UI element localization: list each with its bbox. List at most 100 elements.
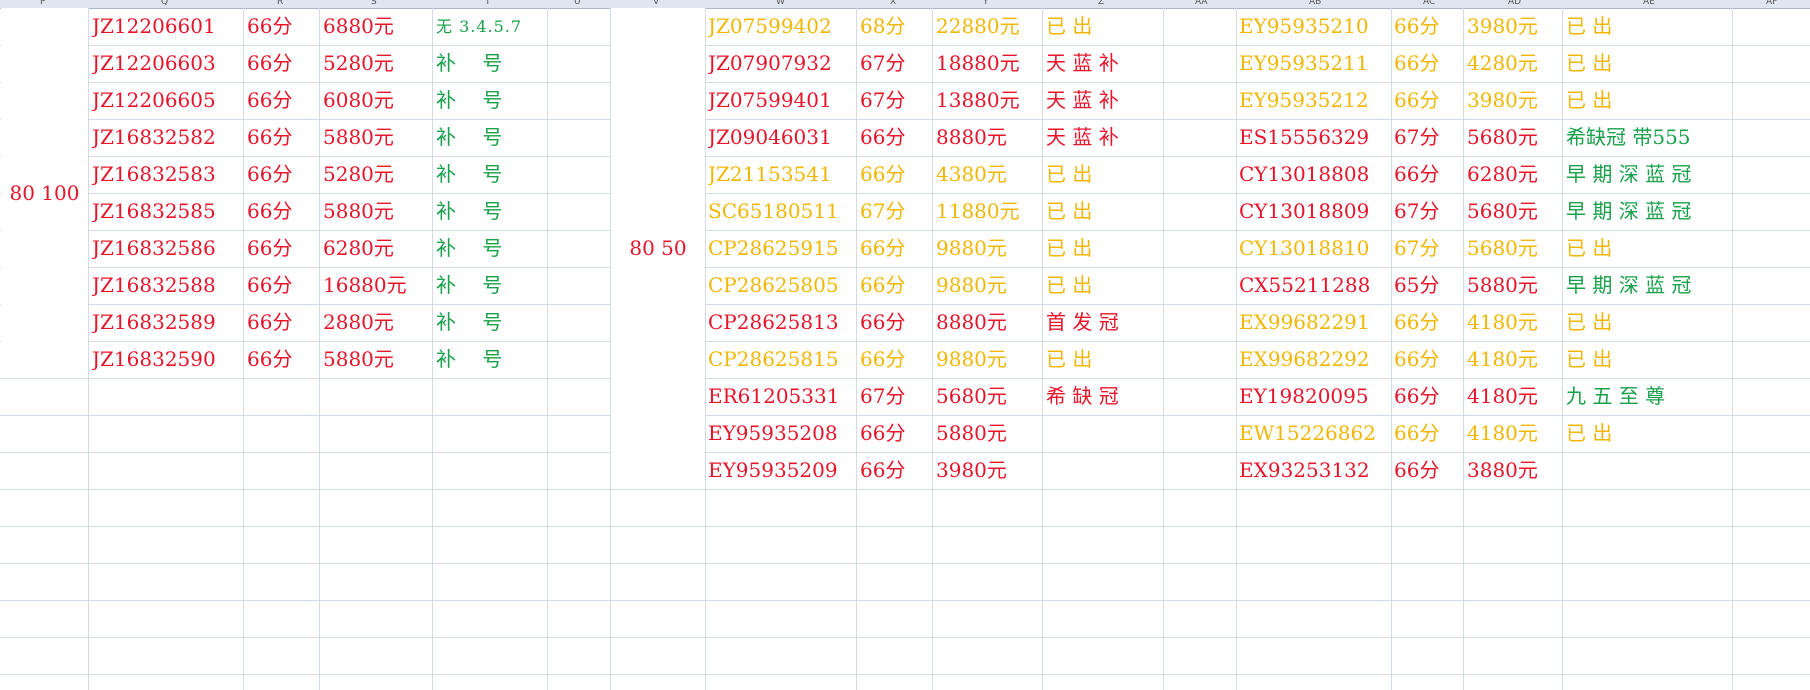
cell-score[interactable]: 66分 <box>247 304 317 341</box>
cell-code[interactable]: EY95935210 <box>1239 8 1391 45</box>
cell-price[interactable]: 4280元 <box>1467 45 1563 82</box>
cell-score[interactable]: 66分 <box>860 267 932 304</box>
cell-score[interactable]: 66分 <box>860 156 932 193</box>
cell-note[interactable]: 已 出 <box>1566 304 1732 341</box>
column-header-ae[interactable]: AE <box>1643 0 1655 7</box>
cell-price[interactable]: 5880元 <box>936 415 1040 452</box>
cell-note[interactable]: 天 蓝 补 <box>1046 45 1162 82</box>
column-header-y[interactable]: Y <box>983 0 989 7</box>
column-header-af[interactable]: AF <box>1766 0 1777 7</box>
cell-note[interactable]: 已 出 <box>1046 230 1162 267</box>
cell-score[interactable]: 66分 <box>247 82 317 119</box>
cell-score[interactable]: 66分 <box>860 230 932 267</box>
cell-note[interactable]: 已 出 <box>1046 156 1162 193</box>
cell-code[interactable]: ER61205331 <box>708 378 856 415</box>
cell-score[interactable]: 67分 <box>1394 119 1462 156</box>
cell-code[interactable]: JZ16832586 <box>92 230 242 267</box>
cell-price[interactable]: 4180元 <box>1467 415 1563 452</box>
cell-code[interactable]: JZ16832590 <box>92 341 242 378</box>
cell-code[interactable]: JZ07907932 <box>708 45 856 82</box>
cell-code[interactable]: SC65180511 <box>708 193 856 230</box>
cell-code[interactable]: EX99682292 <box>1239 341 1391 378</box>
cell-score[interactable]: 67分 <box>1394 230 1462 267</box>
cell-note[interactable]: 补 号 <box>436 230 546 267</box>
cell-code[interactable]: CY13018809 <box>1239 193 1391 230</box>
cell-price[interactable]: 4180元 <box>1467 304 1563 341</box>
cell-note[interactable]: 天 蓝 补 <box>1046 82 1162 119</box>
cell-code[interactable]: JZ21153541 <box>708 156 856 193</box>
column-header-v[interactable]: V <box>653 0 659 7</box>
cell-note[interactable]: 补 号 <box>436 156 546 193</box>
cell-price[interactable]: 4380元 <box>936 156 1040 193</box>
column-header-aa[interactable]: AA <box>1195 0 1208 7</box>
column-header-s[interactable]: S <box>371 0 377 7</box>
cell-code[interactable]: JZ07599401 <box>708 82 856 119</box>
cell-code[interactable]: EY95935211 <box>1239 45 1391 82</box>
cell-price[interactable]: 9880元 <box>936 267 1040 304</box>
cell-score[interactable]: 67分 <box>860 193 932 230</box>
cell-score[interactable]: 65分 <box>1394 267 1462 304</box>
cell-note[interactable]: 九 五 至 尊 <box>1566 378 1732 415</box>
cell-score[interactable]: 66分 <box>860 304 932 341</box>
cell-score[interactable]: 66分 <box>247 230 317 267</box>
cell-price[interactable]: 5880元 <box>323 119 431 156</box>
cell-code[interactable]: EY19820095 <box>1239 378 1391 415</box>
column-header-r[interactable]: R <box>277 0 283 7</box>
cell-note[interactable]: 已 出 <box>1566 415 1732 452</box>
cell-code[interactable]: EY95935209 <box>708 452 856 489</box>
cell-code[interactable]: JZ07599402 <box>708 8 856 45</box>
cell-price[interactable]: 5680元 <box>1467 193 1563 230</box>
cell-price[interactable]: 6880元 <box>323 8 431 45</box>
cell-note[interactable]: 补 号 <box>436 304 546 341</box>
cell-note[interactable]: 已 出 <box>1046 267 1162 304</box>
cell-note[interactable]: 已 出 <box>1566 45 1732 82</box>
cell-price[interactable]: 4180元 <box>1467 378 1563 415</box>
cell-price[interactable]: 5280元 <box>323 45 431 82</box>
cell-code[interactable]: CP28625815 <box>708 341 856 378</box>
cell-price[interactable]: 5880元 <box>323 193 431 230</box>
cell-code[interactable]: JZ12206601 <box>92 8 242 45</box>
cell-score[interactable]: 66分 <box>1394 452 1462 489</box>
cell-price[interactable]: 8880元 <box>936 119 1040 156</box>
cell-price[interactable]: 16880元 <box>323 267 431 304</box>
cell-note[interactable]: 早 期 深 蓝 冠 <box>1566 156 1732 193</box>
cell-code[interactable]: EW15226862 <box>1239 415 1391 452</box>
cell-price[interactable]: 22880元 <box>936 8 1040 45</box>
cell-note[interactable]: 已 出 <box>1566 82 1732 119</box>
cell-code[interactable]: JZ16832585 <box>92 193 242 230</box>
cell-price[interactable]: 5880元 <box>1467 267 1563 304</box>
cell-score[interactable]: 66分 <box>1394 82 1462 119</box>
cell-code[interactable]: ES15556329 <box>1239 119 1391 156</box>
column-header-u[interactable]: U <box>574 0 581 7</box>
cell-note[interactable]: 补 号 <box>436 341 546 378</box>
cell-code[interactable]: CP28625813 <box>708 304 856 341</box>
column-header-q[interactable]: Q <box>161 0 168 7</box>
cell-score[interactable]: 66分 <box>1394 156 1462 193</box>
cell-score[interactable]: 66分 <box>247 193 317 230</box>
cell-price[interactable]: 2880元 <box>323 304 431 341</box>
cell-price[interactable]: 18880元 <box>936 45 1040 82</box>
cell-score[interactable]: 66分 <box>1394 378 1462 415</box>
cell-score[interactable]: 66分 <box>860 341 932 378</box>
cell-score[interactable]: 66分 <box>1394 304 1462 341</box>
cell-price[interactable]: 5880元 <box>323 341 431 378</box>
cell-price[interactable]: 6280元 <box>1467 156 1563 193</box>
cell-code[interactable]: EY95935208 <box>708 415 856 452</box>
cell-note[interactable]: 已 出 <box>1566 230 1732 267</box>
column-header-t[interactable]: T <box>485 0 491 7</box>
cell-code[interactable]: EY95935212 <box>1239 82 1391 119</box>
cell-code[interactable]: JZ12206605 <box>92 82 242 119</box>
column-header-ac[interactable]: AC <box>1423 0 1435 7</box>
cell-note[interactable]: 早 期 深 蓝 冠 <box>1566 267 1732 304</box>
cell-price[interactable]: 6080元 <box>323 82 431 119</box>
column-header-ab[interactable]: AB <box>1309 0 1321 7</box>
cell-score[interactable]: 66分 <box>247 119 317 156</box>
cell-note[interactable]: 补 号 <box>436 119 546 156</box>
cell-note[interactable]: 早 期 深 蓝 冠 <box>1566 193 1732 230</box>
cell-price[interactable]: 5280元 <box>323 156 431 193</box>
cell-code[interactable]: CY13018808 <box>1239 156 1391 193</box>
cell-score[interactable]: 66分 <box>1394 45 1462 82</box>
cell-code[interactable]: JZ16832583 <box>92 156 242 193</box>
cell-score[interactable]: 67分 <box>860 82 932 119</box>
cell-code[interactable]: JZ16832582 <box>92 119 242 156</box>
